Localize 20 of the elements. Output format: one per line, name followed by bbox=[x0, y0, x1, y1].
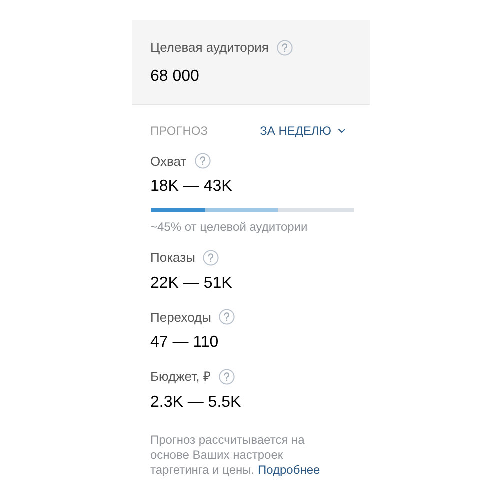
help-icon[interactable] bbox=[219, 368, 236, 385]
metric-label: Бюджет, ₽ bbox=[150, 368, 212, 386]
period-dropdown[interactable]: ЗА НЕДЕЛЮ bbox=[260, 122, 348, 140]
metric-label: Показы bbox=[150, 249, 196, 267]
audience-label: Целевая аудитория bbox=[150, 39, 269, 57]
help-icon[interactable] bbox=[276, 40, 293, 56]
metric-value: 18K — 43K bbox=[150, 177, 234, 197]
audience-value: 68 000 bbox=[150, 66, 200, 86]
metric-note: ~45% от целевой аудитории bbox=[150, 219, 309, 236]
metric-label: Переходы bbox=[150, 308, 212, 327]
footnote-text: Прогноз рассчитывается на основе Ваших настроек таргетинга и цены. Подробнее bbox=[150, 432, 322, 478]
forecast-title: ПРОГНОЗ bbox=[150, 122, 208, 140]
help-icon[interactable] bbox=[194, 153, 211, 170]
metric-value: 22K — 51K bbox=[150, 274, 234, 294]
more-link[interactable]: Подробнее bbox=[258, 462, 320, 476]
help-icon[interactable] bbox=[219, 309, 236, 326]
metric-value: 2.3K — 5.5K bbox=[150, 392, 242, 412]
metric-label: Охват bbox=[150, 152, 187, 170]
help-icon[interactable] bbox=[203, 250, 220, 266]
metric-value: 47 — 110 bbox=[150, 333, 220, 353]
